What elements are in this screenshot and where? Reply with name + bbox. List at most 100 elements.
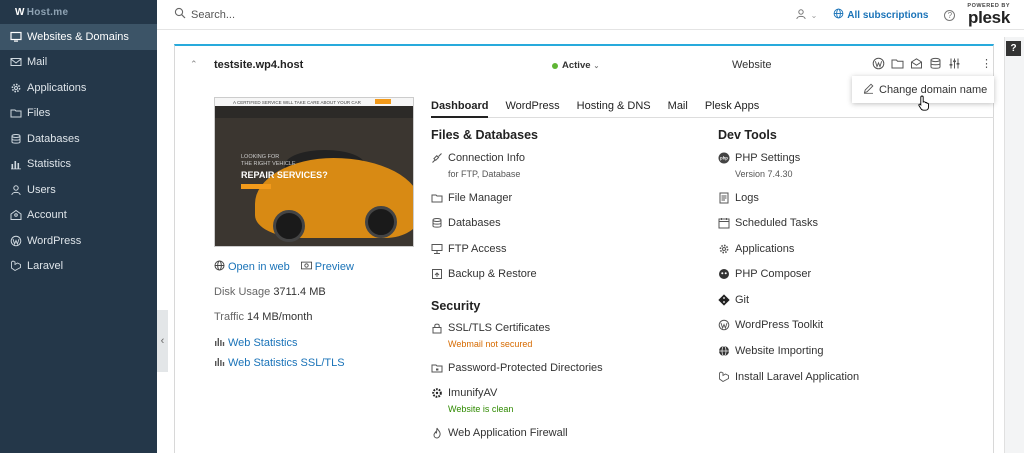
plesk-logo: POWERED BY plesk	[967, 3, 1010, 28]
sidebar-item-mail[interactable]: Mail	[0, 50, 157, 76]
preview-label: Preview	[314, 261, 354, 273]
user-icon	[9, 183, 22, 196]
web-application-firewall-link[interactable]: Web Application Firewall	[431, 427, 568, 439]
search-icon	[174, 7, 191, 22]
website-importing-link[interactable]: Website Importing	[718, 345, 823, 357]
sidebar-item-statistics[interactable]: Statistics	[0, 152, 157, 178]
hosting-type-label: Website	[732, 59, 772, 71]
user-menu[interactable]: ⌄	[795, 8, 818, 23]
preview-top-text: A CERTIFIED SERVICE WILL TAKE CARE ABOUT…	[233, 99, 361, 105]
web-statistics-ssl-link[interactable]: Web Statistics SSL/TLS	[214, 356, 345, 370]
tab-wordpress[interactable]: WordPress	[505, 96, 559, 118]
tab-plesk-apps[interactable]: Plesk Apps	[705, 96, 759, 118]
subscriptions-selector[interactable]: All subscriptions	[833, 8, 928, 22]
status-dot	[552, 62, 558, 69]
help-icon[interactable]: ?	[944, 9, 956, 21]
sidebar: W Host.me Websites & Domains Mail Applic…	[0, 0, 157, 453]
right-help-strip	[1004, 37, 1024, 453]
site-links-row: Open in web Preview	[214, 260, 354, 274]
svg-text:php: php	[720, 156, 728, 161]
chevron-up-icon[interactable]: ⌃	[190, 59, 198, 70]
file-manager-link[interactable]: File Manager	[431, 192, 512, 204]
chevron-down-icon: ⌄	[810, 10, 818, 20]
globe-import-icon	[718, 345, 730, 357]
php-icon: php	[718, 152, 730, 164]
globe-icon	[833, 8, 847, 22]
website-preview-thumbnail[interactable]: A CERTIFIED SERVICE WILL TAKE CARE ABOUT…	[214, 97, 414, 247]
more-actions-icon[interactable]: ⋮	[981, 57, 992, 70]
wordpress-toolkit-link[interactable]: WordPress Toolkit	[718, 319, 823, 331]
install-laravel-link[interactable]: Install Laravel Application	[718, 371, 859, 383]
password-protected-directories-link[interactable]: Password-Protected Directories	[431, 362, 603, 374]
open-in-web-link[interactable]: Open in web	[214, 260, 290, 274]
sidebar-item-websites-domains[interactable]: Websites & Domains	[0, 24, 157, 50]
sidebar-item-wordpress[interactable]: WordPress	[0, 228, 157, 254]
sidebar-item-users[interactable]: Users	[0, 177, 157, 203]
brand-logo[interactable]: W Host.me	[0, 0, 157, 24]
web-statistics-link[interactable]: Web Statistics	[214, 336, 298, 350]
sidebar-item-applications[interactable]: Applications	[0, 75, 157, 101]
preview-car-wheel	[365, 206, 397, 238]
website-importing-label: Website Importing	[735, 345, 824, 357]
git-link[interactable]: Git	[718, 294, 749, 306]
connection-info-link[interactable]: Connection Info	[431, 152, 525, 164]
contextual-help-button[interactable]: ?	[1006, 41, 1021, 56]
applications-link[interactable]: Applications	[718, 243, 794, 255]
preview-link[interactable]: Preview	[300, 260, 354, 274]
folder-icon[interactable]	[891, 57, 904, 70]
database-icon	[431, 217, 443, 229]
header-actions: ⌄ All subscriptions ? POWERED BY plesk	[795, 0, 1024, 30]
mail-icon[interactable]	[910, 57, 923, 70]
traffic-usage: Traffic 14 MB/month	[214, 311, 312, 323]
domain-quick-actions	[872, 57, 961, 70]
imunifyav-link[interactable]: ImunifyAV	[431, 387, 497, 399]
php-settings-link[interactable]: php PHP Settings	[718, 152, 800, 164]
sidebar-item-databases[interactable]: Databases	[0, 126, 157, 152]
sidebar-item-files[interactable]: Files	[0, 101, 157, 127]
database-icon[interactable]	[929, 57, 942, 70]
logs-link[interactable]: Logs	[718, 192, 759, 204]
search-input[interactable]	[191, 8, 491, 21]
web-application-firewall-label: Web Application Firewall	[448, 427, 568, 439]
database-icon	[9, 132, 22, 145]
backup-restore-label: Backup & Restore	[448, 268, 537, 280]
ssl-certificates-link[interactable]: SSL/TLS Certificates	[431, 322, 550, 334]
sidebar-item-account[interactable]: Account	[0, 203, 157, 229]
preview-text-line: LOOKING FOR	[241, 154, 280, 160]
web-statistics-ssl-label: Web Statistics SSL/TLS	[228, 357, 345, 369]
mail-icon	[9, 56, 22, 69]
disk-usage-value: 3711.4 MB	[273, 286, 326, 298]
brand-name: plesk	[968, 8, 1010, 28]
sidebar-item-label: WordPress	[27, 234, 82, 247]
change-domain-name-label: Change domain name	[879, 83, 988, 96]
domain-name[interactable]: testsite.wp4.host	[214, 59, 303, 71]
sliders-icon[interactable]	[948, 57, 961, 70]
search-box[interactable]	[174, 7, 674, 22]
preview-button	[241, 184, 271, 189]
backup-icon	[431, 268, 443, 280]
wordpress-icon[interactable]	[872, 57, 885, 70]
tab-hosting-dns[interactable]: Hosting & DNS	[577, 96, 651, 118]
files-databases-title: Files & Databases	[431, 128, 538, 142]
bar-chart-icon	[9, 158, 22, 171]
tab-mail[interactable]: Mail	[668, 96, 688, 118]
web-statistics-label: Web Statistics	[228, 337, 298, 349]
preview-car-wheel	[273, 210, 305, 242]
databases-link[interactable]: Databases	[431, 217, 501, 229]
backup-restore-link[interactable]: Backup & Restore	[431, 268, 537, 280]
folder-icon	[9, 107, 22, 120]
ftp-access-label: FTP Access	[448, 243, 507, 255]
sidebar-item-laravel[interactable]: Laravel	[0, 254, 157, 280]
tab-dashboard[interactable]: Dashboard	[431, 96, 489, 118]
preview-cta	[375, 99, 391, 104]
traffic-label: Traffic	[214, 311, 244, 323]
install-laravel-label: Install Laravel Application	[735, 371, 860, 383]
sidebar-collapse-handle[interactable]: ‹	[157, 310, 168, 372]
protected-folder-icon	[431, 362, 443, 374]
sidebar-item-label: Websites & Domains	[27, 30, 129, 43]
sidebar-item-label: Files	[27, 107, 51, 120]
php-composer-link[interactable]: PHP Composer	[718, 268, 811, 280]
status-dropdown[interactable]: Active ⌄	[552, 60, 599, 71]
scheduled-tasks-link[interactable]: Scheduled Tasks	[718, 217, 818, 229]
ftp-access-link[interactable]: FTP Access	[431, 243, 506, 255]
